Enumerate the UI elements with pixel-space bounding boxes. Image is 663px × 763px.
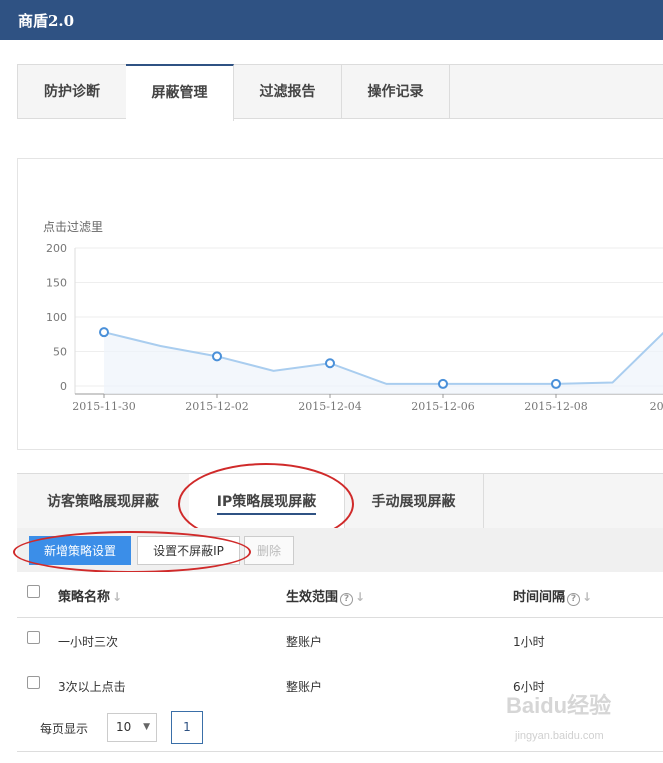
x-tick-label: 2015-12-04: [298, 400, 361, 413]
strategy-tabs: 访客策略展现屏蔽 IP策略展现屏蔽 手动展现屏蔽: [17, 473, 663, 529]
data-point: [325, 358, 335, 369]
watermark-logo: Baidu经验: [506, 693, 612, 718]
tab-label: 过滤报告: [259, 84, 316, 100]
watermark-url: jingyan.baidu.com: [515, 730, 604, 742]
app-title: 商盾2.0: [18, 12, 75, 30]
header-label: 时间间隔: [513, 590, 566, 605]
tab-manual-block[interactable]: 手动展现屏蔽: [344, 474, 484, 528]
tab-label: 操作记录: [367, 84, 424, 100]
column-header-scope[interactable]: 生效范围? ↓: [286, 586, 365, 606]
per-page-label: 每页显示: [40, 722, 89, 736]
tab-label: 访客策略展现屏蔽: [47, 494, 159, 510]
y-tick-label: 100: [46, 311, 67, 324]
help-icon[interactable]: ?: [567, 593, 581, 606]
click-filter-chart: 点击过滤里 0 50 100 150 200 2015-11-30 2015-12-02 201…: [17, 158, 663, 450]
toolbar: 新增策略设置 设置不屏蔽IP 删除: [17, 528, 663, 572]
row-checkbox[interactable]: [27, 676, 40, 689]
delete-button[interactable]: 删除: [244, 536, 294, 565]
help-icon[interactable]: ?: [340, 593, 354, 606]
tab-visitor-strategy[interactable]: 访客策略展现屏蔽: [17, 474, 190, 528]
header-label: 策略名称: [58, 590, 111, 605]
page-number-button[interactable]: 1: [171, 711, 203, 744]
table-header: 策略名称 ↓ 生效范围? ↓ 时间间隔? ↓: [17, 572, 663, 618]
tab-label: 屏蔽管理: [151, 85, 208, 101]
app-header: 商盾2.0: [0, 0, 663, 40]
row-checkbox[interactable]: [27, 631, 40, 644]
tab-operation-log[interactable]: 操作记录: [342, 65, 450, 118]
y-tick-label: 0: [60, 380, 67, 393]
x-tick-label: 2015-12-02: [185, 400, 248, 413]
table-row[interactable]: 一小时三次 整账户 1小时: [17, 618, 663, 664]
x-tick-label: 2015-12-08: [524, 400, 587, 413]
column-header-name[interactable]: 策略名称 ↓: [58, 586, 122, 605]
per-page-select[interactable]: 10 ▼: [107, 713, 157, 742]
data-point: [212, 351, 222, 362]
tab-label: 手动展现屏蔽: [371, 494, 456, 510]
sort-arrow-icon[interactable]: ↓: [582, 590, 592, 604]
tab-label: 防护诊断: [44, 84, 100, 100]
tab-ip-strategy[interactable]: IP策略展现屏蔽: [189, 474, 345, 528]
y-tick-label: 50: [53, 346, 67, 359]
sort-arrow-icon[interactable]: ↓: [355, 590, 365, 604]
sort-arrow-icon[interactable]: ↓: [112, 590, 122, 604]
set-whitelist-ip-button[interactable]: 设置不屏蔽IP: [137, 536, 240, 565]
add-strategy-button[interactable]: 新增策略设置: [29, 536, 131, 565]
strategy-interval: 1小时: [513, 635, 545, 649]
x-tick-label: 2015-1: [650, 400, 663, 413]
data-point: [551, 378, 561, 389]
strategy-name: 一小时三次: [58, 635, 119, 649]
data-point: [438, 378, 448, 389]
x-tick-label: 2015-11-30: [72, 400, 135, 413]
column-header-interval[interactable]: 时间间隔? ↓: [513, 586, 592, 606]
tab-block-management[interactable]: 屏蔽管理: [126, 64, 234, 121]
data-point: [99, 327, 109, 338]
chevron-down-icon: ▼: [143, 722, 150, 732]
x-tick-label: 2015-12-06: [411, 400, 474, 413]
strategy-scope: 整账户: [286, 680, 323, 694]
tab-label: IP策略展现屏蔽: [216, 494, 317, 515]
strategy-name: 3次以上点击: [58, 680, 126, 694]
y-tick-label: 200: [46, 242, 67, 255]
y-tick-label: 150: [46, 277, 67, 290]
strategy-scope: 整账户: [286, 635, 323, 649]
per-page-value: 10: [116, 720, 132, 734]
tab-filter-report[interactable]: 过滤报告: [234, 65, 342, 118]
main-tabs: 防护诊断 屏蔽管理 过滤报告 操作记录: [17, 64, 663, 121]
tab-protection-diagnosis[interactable]: 防护诊断: [18, 65, 127, 118]
chart-canvas: 点击过滤里 0 50 100 150 200 2015-11-30 2015-12-02 201…: [43, 220, 663, 413]
y-axis-label: 点击过滤里: [43, 220, 103, 234]
select-all-checkbox[interactable]: [27, 585, 40, 598]
header-label: 生效范围: [286, 590, 339, 605]
